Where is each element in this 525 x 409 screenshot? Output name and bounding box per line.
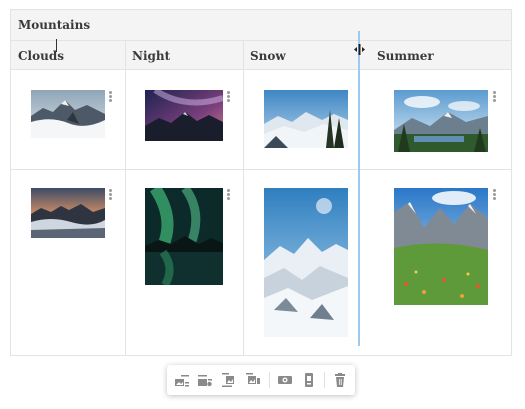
toolbar-separator: [324, 372, 325, 388]
milky-way-mountain-photo[interactable]: [145, 90, 223, 141]
replace-image-icon[interactable]: [302, 373, 316, 387]
column-divider: [125, 41, 126, 356]
column-header-summer[interactable]: Summer: [377, 49, 434, 63]
cloudy-mountain-photo[interactable]: [31, 90, 105, 138]
snow-peaks-photo[interactable]: [264, 188, 348, 337]
image-inline-right-icon[interactable]: [198, 373, 212, 387]
table-title-row: Mountains: [11, 10, 511, 41]
table-header-row: Clouds Night Snow Summer: [11, 41, 511, 70]
aurora-lake-photo[interactable]: [145, 188, 223, 285]
image-toolbar: [167, 365, 355, 395]
summer-lake-photo[interactable]: [394, 90, 488, 152]
image-block-left-icon[interactable]: [222, 373, 236, 387]
column-header-night[interactable]: Night: [132, 49, 170, 63]
column-divider: [243, 41, 244, 356]
column-resize-cursor-icon: [354, 44, 365, 55]
sunset-cloud-sea-photo[interactable]: [31, 188, 105, 238]
column-header-clouds[interactable]: Clouds: [18, 49, 64, 63]
image-options-kebab-icon[interactable]: [109, 189, 112, 200]
toolbar-separator: [269, 372, 270, 388]
alpine-meadow-photo[interactable]: [394, 188, 488, 305]
resize-original-icon[interactable]: [278, 373, 292, 387]
image-options-kebab-icon[interactable]: [493, 189, 496, 200]
image-options-kebab-icon[interactable]: [109, 91, 112, 102]
text-cursor: [56, 39, 57, 52]
image-options-kebab-icon[interactable]: [227, 91, 230, 102]
image-options-kebab-icon[interactable]: [227, 189, 230, 200]
snowy-valley-photo[interactable]: [264, 90, 348, 148]
image-options-kebab-icon[interactable]: [493, 91, 496, 102]
column-resize-handle[interactable]: [358, 31, 360, 346]
image-inline-left-icon[interactable]: [175, 373, 189, 387]
row-divider: [11, 169, 511, 170]
image-block-right-icon[interactable]: [246, 373, 260, 387]
table-title: Mountains: [18, 18, 91, 32]
column-header-snow[interactable]: Snow: [250, 49, 286, 63]
trash-icon[interactable]: [333, 373, 347, 387]
